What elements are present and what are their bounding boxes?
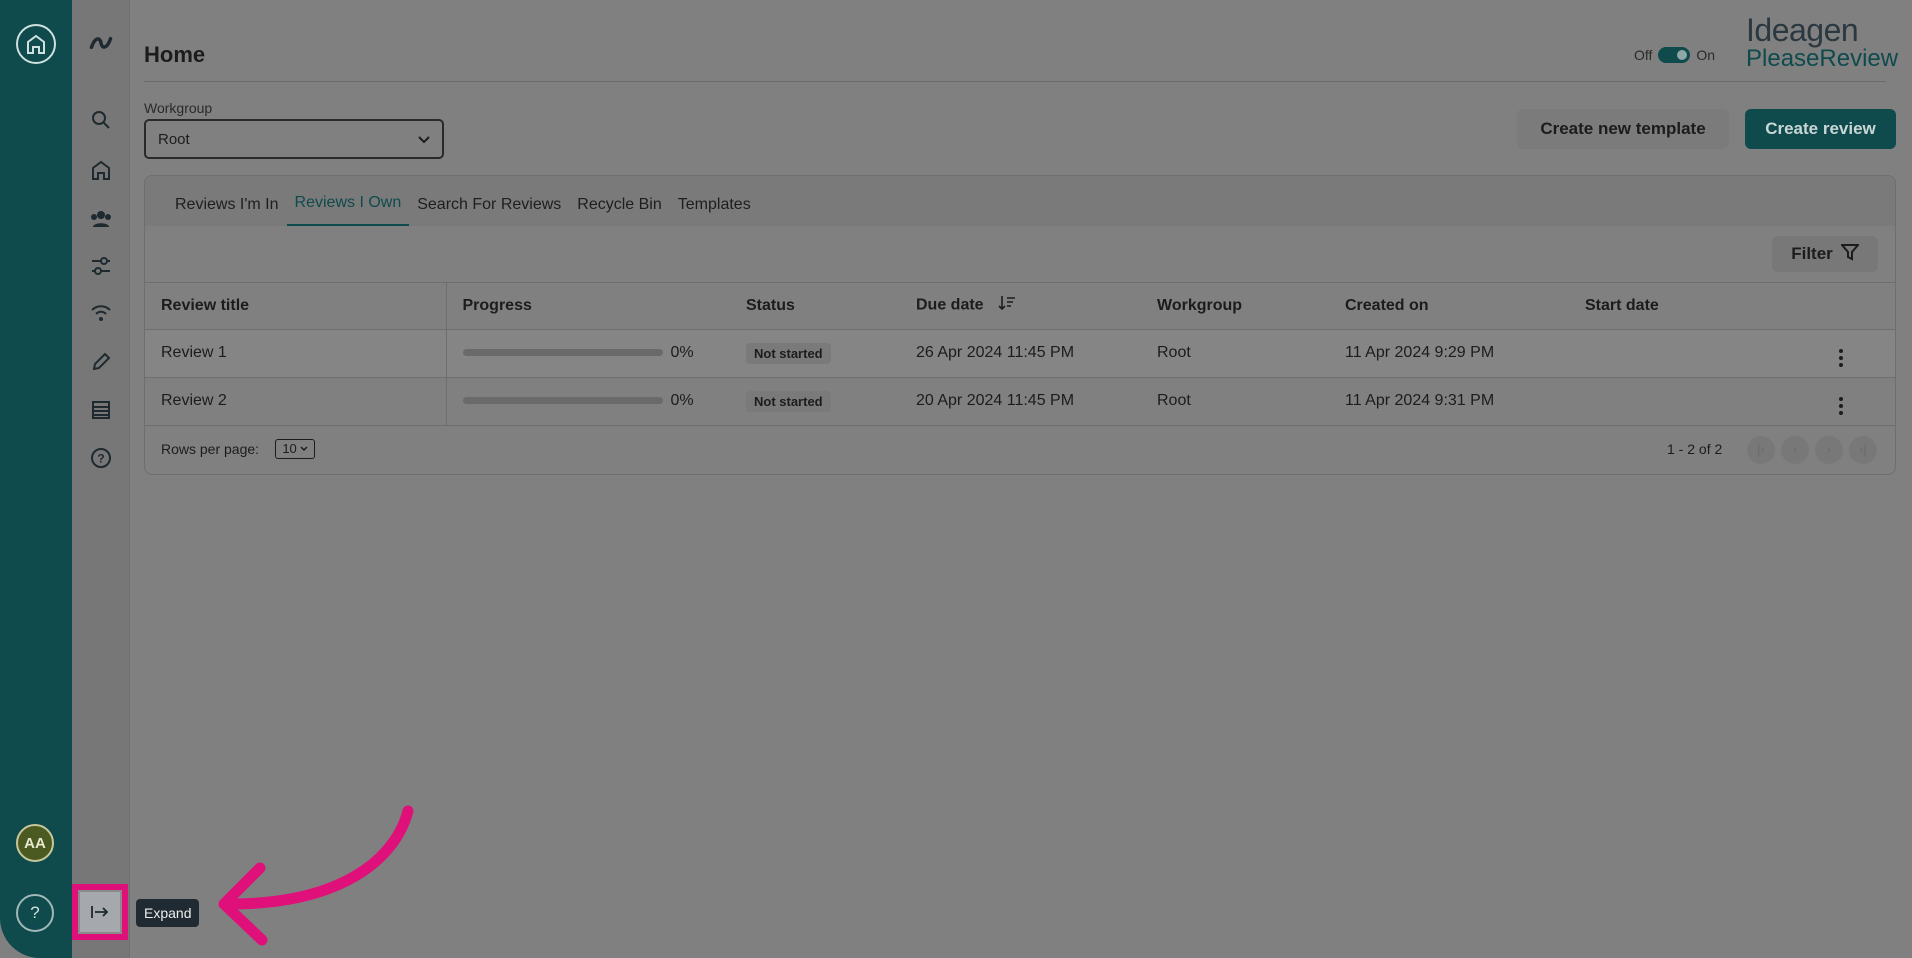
rows-per-page-select[interactable]: 10 <box>275 438 316 459</box>
first-page-icon[interactable]: |‹ <box>1747 435 1775 464</box>
reviews-panel: Reviews I'm In Reviews I Own Search For … <box>144 175 1896 475</box>
tab-bar: Reviews I'm In Reviews I Own Search For … <box>145 176 1895 226</box>
progress-cell: 0% <box>446 377 740 426</box>
table-footer: Rows per page: 10 1 - 2 of 2 |‹ ‹ › ›| <box>145 426 1895 472</box>
list-icon[interactable] <box>88 397 114 423</box>
app-rail: AA ? <box>0 0 72 958</box>
logo-line2: PleaseReview <box>1746 45 1899 72</box>
due-date: 26 Apr 2024 11:45 PM <box>900 329 1141 378</box>
tab-recycle-bin[interactable]: Recycle Bin <box>569 176 669 226</box>
progress-label: 0% <box>670 344 694 361</box>
kebab-icon <box>1839 348 1843 367</box>
side-nav: ? <box>72 0 130 958</box>
start-date <box>1569 329 1823 378</box>
review-title[interactable]: Review 1 <box>145 329 447 378</box>
create-review-button[interactable]: Create review <box>1745 109 1896 149</box>
home-logo-icon[interactable] <box>16 24 56 64</box>
tab-templates[interactable]: Templates <box>670 176 759 226</box>
col-review-title[interactable]: Review title <box>145 283 447 330</box>
col-workgroup[interactable]: Workgroup <box>1141 283 1329 330</box>
pagination: |‹ ‹ › ›| <box>1747 435 1877 464</box>
chevron-down-icon <box>418 131 430 148</box>
view-toggle[interactable]: Off On <box>1634 47 1715 63</box>
progress-bar <box>462 397 663 405</box>
avatar[interactable]: AA <box>16 824 54 862</box>
header-divider <box>144 81 1886 82</box>
col-due-date[interactable]: Due date <box>900 283 1141 330</box>
toggle-off-label: Off <box>1634 47 1653 63</box>
filter-label: Filter <box>1791 244 1833 263</box>
kebab-icon <box>1839 396 1843 415</box>
search-icon[interactable] <box>88 107 114 133</box>
col-actions <box>1823 283 1895 330</box>
workgroup-label: Workgroup <box>144 100 213 116</box>
col-start-date[interactable]: Start date <box>1569 283 1823 330</box>
help-button[interactable]: ? <box>16 894 54 932</box>
created-on: 11 Apr 2024 9:29 PM <box>1329 329 1569 378</box>
rows-per-page-label: Rows per page: <box>161 440 260 457</box>
status-badge: Not started <box>746 390 831 412</box>
expand-tooltip: Expand <box>136 899 200 927</box>
sort-icon[interactable] <box>998 296 1016 315</box>
page-title: Home <box>144 42 206 67</box>
filter-button[interactable]: Filter <box>1772 236 1878 272</box>
progress-bar <box>462 349 663 357</box>
status-badge: Not started <box>746 342 831 364</box>
chevron-down-icon <box>300 445 308 451</box>
workgroup-select[interactable]: Root <box>144 119 444 159</box>
table-row[interactable]: Review 1 0% Not started 26 Apr 2024 11:4… <box>145 329 1895 378</box>
prev-page-icon[interactable]: ‹ <box>1781 435 1809 464</box>
table-header-row: Review title Progress Status Due date Wo… <box>145 283 1895 330</box>
create-template-button[interactable]: Create new template <box>1517 109 1729 149</box>
expand-icon <box>80 892 120 932</box>
pencil-icon[interactable] <box>88 349 114 375</box>
toggle-on-label: On <box>1696 47 1716 63</box>
col-created-on[interactable]: Created on <box>1329 283 1569 330</box>
reviews-table: Review title Progress Status Due date Wo… <box>145 283 1895 426</box>
tab-reviews-im-in[interactable]: Reviews I'm In <box>167 176 287 226</box>
tab-reviews-i-own[interactable]: Reviews I Own <box>286 176 410 226</box>
created-on: 11 Apr 2024 9:31 PM <box>1329 377 1569 426</box>
row-menu-button[interactable] <box>1823 377 1895 426</box>
col-due-date-label: Due date <box>916 296 984 314</box>
table-row[interactable]: Review 2 0% Not started 20 Apr 2024 11:4… <box>145 377 1895 426</box>
workgroup-value: Root <box>158 130 190 148</box>
workgroup-cell: Root <box>1141 377 1329 426</box>
home-icon[interactable] <box>88 157 114 183</box>
pagination-range: 1 - 2 of 2 <box>1667 440 1723 457</box>
status-cell: Not started <box>740 377 900 426</box>
brand-logo: Ideagen PleaseReview <box>1746 12 1898 73</box>
row-menu-button[interactable] <box>1823 329 1895 378</box>
last-page-icon[interactable]: ›| <box>1849 435 1877 464</box>
people-icon[interactable] <box>88 206 114 232</box>
sliders-icon[interactable] <box>88 253 114 279</box>
col-status[interactable]: Status <box>740 283 900 330</box>
svg-text:?: ? <box>97 452 104 466</box>
brand-icon <box>88 30 114 56</box>
filter-row: Filter <box>145 226 1895 283</box>
expand-button[interactable] <box>72 884 128 940</box>
tab-search-for-reviews[interactable]: Search For Reviews <box>409 176 569 226</box>
filter-icon <box>1839 243 1860 266</box>
status-cell: Not started <box>740 329 900 378</box>
rows-per-page-value: 10 <box>282 441 297 456</box>
progress-label: 0% <box>670 392 694 409</box>
col-progress[interactable]: Progress <box>446 283 740 330</box>
start-date <box>1569 377 1823 426</box>
progress-cell: 0% <box>446 329 740 378</box>
broadcast-icon[interactable] <box>88 300 114 326</box>
workgroup-cell: Root <box>1141 329 1329 378</box>
due-date: 20 Apr 2024 11:45 PM <box>900 377 1141 426</box>
logo-line1: Ideagen <box>1746 12 1859 48</box>
help-circle-icon[interactable]: ? <box>88 445 114 471</box>
rows-per-page: Rows per page: 10 <box>161 438 316 459</box>
next-page-icon[interactable]: › <box>1815 435 1843 464</box>
review-title[interactable]: Review 2 <box>145 377 447 426</box>
toggle-switch[interactable] <box>1658 47 1691 63</box>
